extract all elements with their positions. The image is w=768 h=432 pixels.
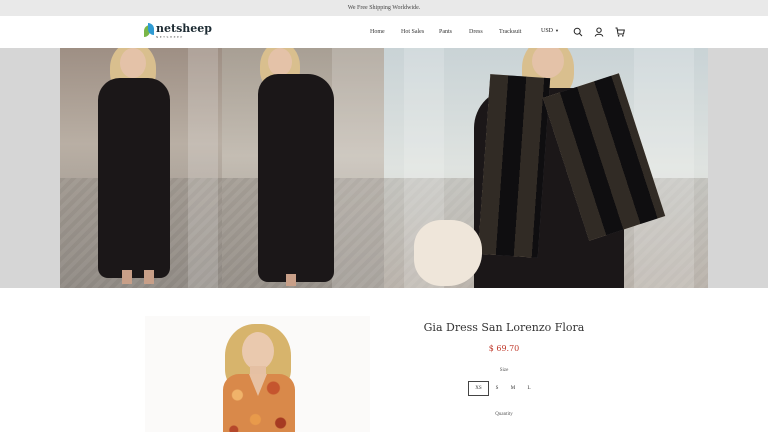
hero-banner[interactable]	[0, 48, 768, 288]
brand-name: netsheep	[156, 21, 212, 35]
nav-item-home[interactable]: Home	[370, 29, 385, 35]
hero-photo-left	[60, 48, 222, 288]
nav-item-pants[interactable]: Pants	[439, 29, 452, 35]
product-price: $ 69.70	[488, 344, 520, 353]
user-icon[interactable]	[594, 27, 604, 37]
size-label: Size	[499, 368, 509, 373]
size-option-xs[interactable]: XS	[468, 381, 489, 396]
announcement-text: We Free Shipping Worldwide.	[347, 5, 421, 11]
brand-logo[interactable]: netsheep NETSHEEP	[144, 23, 212, 39]
nav-item-hot-sales[interactable]: Hot Sales	[401, 29, 424, 35]
size-option-m[interactable]: M	[505, 381, 521, 396]
quantity-label: Quantity	[495, 412, 513, 417]
nav-item-tracksuit[interactable]: Tracksuit	[499, 29, 521, 35]
cart-icon[interactable]	[615, 27, 625, 37]
currency-selector[interactable]: USD ▼	[541, 28, 559, 34]
hero-photo-right	[384, 48, 708, 288]
brand-tagline: NETSHEEP	[156, 34, 184, 39]
announcement-bar: We Free Shipping Worldwide.	[0, 0, 768, 16]
logo-mark-icon	[144, 23, 154, 39]
site-header: netsheep NETSHEEP Home Hot Sales Pants D…	[0, 16, 768, 48]
product-title: Gia Dress San Lorenzo Flora	[423, 321, 585, 334]
search-icon[interactable]	[573, 27, 583, 37]
hero-photo-middle	[222, 48, 384, 288]
size-option-s[interactable]: S	[489, 381, 505, 396]
nav-item-dress[interactable]: Dress	[469, 29, 483, 35]
size-options: XS S M L	[468, 381, 537, 396]
product-image[interactable]	[145, 316, 370, 432]
currency-label: USD	[541, 28, 554, 34]
size-option-l[interactable]: L	[521, 381, 537, 396]
caret-down-icon: ▼	[555, 28, 559, 33]
